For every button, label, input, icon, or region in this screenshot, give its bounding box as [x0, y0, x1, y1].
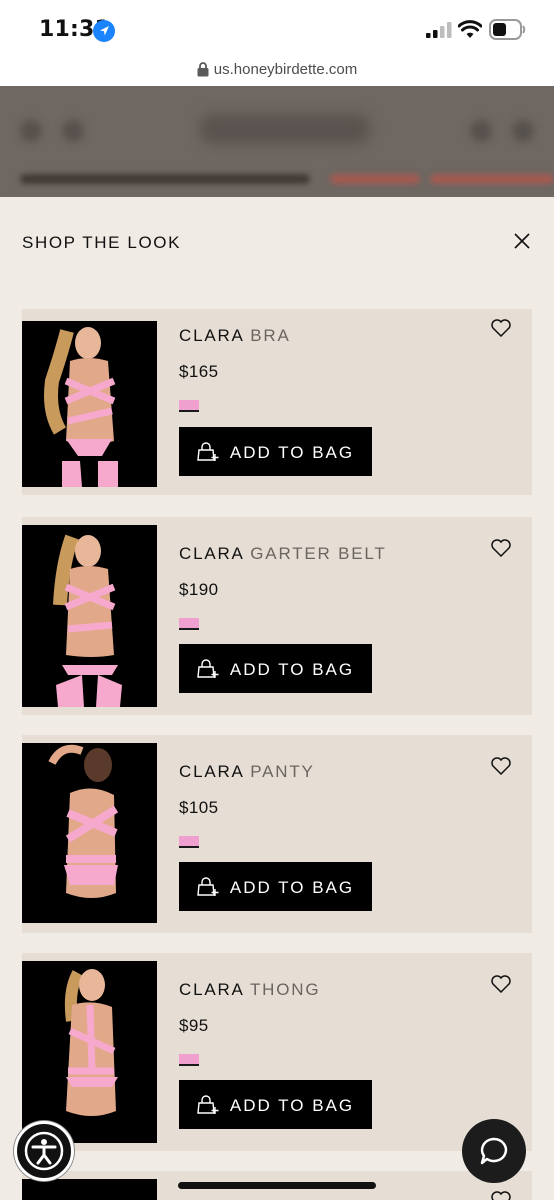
product-image[interactable] — [22, 1179, 157, 1200]
product-type: BRA — [250, 326, 291, 345]
bag-add-icon — [197, 441, 219, 461]
bag-add-icon — [197, 658, 219, 678]
blurred-site-header — [0, 86, 554, 197]
blurred-promo-bar — [20, 174, 310, 184]
product-image[interactable] — [22, 525, 157, 707]
wifi-icon — [458, 20, 482, 38]
product-card-clara-thong: CLARA THONG $95 ADD TO BAG — [22, 953, 532, 1151]
product-type: GARTER BELT — [250, 544, 387, 563]
color-swatch[interactable] — [179, 618, 199, 630]
lock-icon — [197, 62, 209, 77]
blurred-promo-accent — [330, 174, 420, 184]
add-to-bag-button[interactable]: ADD TO BAG — [179, 1080, 372, 1129]
chat-bubble-icon — [480, 1137, 508, 1165]
cellular-signal-icon — [426, 22, 452, 38]
product-card-clara-panty: CLARA PANTY $105 ADD TO BAG — [22, 735, 532, 933]
accessibility-icon — [24, 1131, 64, 1171]
add-to-bag-button[interactable]: ADD TO BAG — [179, 862, 372, 911]
chat-button[interactable] — [462, 1119, 526, 1183]
product-image[interactable] — [22, 321, 157, 487]
shop-the-look-panel: SHOP THE LOOK CLARA BRA $165 ADD TO BAG … — [0, 197, 554, 1200]
blurred-search-icon — [62, 120, 84, 142]
add-to-bag-label: ADD TO BAG — [229, 442, 355, 462]
status-bar: 11:31 — [0, 0, 554, 58]
add-to-bag-label: ADD TO BAG — [229, 659, 355, 679]
product-type: THONG — [249, 980, 321, 999]
product-price: $105 — [179, 798, 219, 817]
blurred-logo — [200, 114, 370, 144]
blurred-menu-icon — [20, 120, 42, 142]
heart-icon[interactable] — [491, 975, 511, 993]
add-to-bag-label: ADD TO BAG — [229, 1095, 355, 1115]
add-to-bag-button[interactable]: ADD TO BAG — [179, 427, 372, 476]
blurred-promo-accent-2 — [430, 174, 554, 184]
browser-address-bar[interactable]: us.honeybirdette.com — [0, 58, 554, 86]
heart-icon[interactable] — [491, 1191, 511, 1200]
url-text[interactable]: us.honeybirdette.com — [214, 61, 357, 78]
close-button[interactable] — [510, 229, 534, 253]
product-name[interactable]: CLARA PANTY — [179, 762, 315, 782]
add-to-bag-label: ADD TO BAG — [229, 877, 355, 897]
color-swatch[interactable] — [179, 400, 199, 412]
heart-icon[interactable] — [491, 319, 511, 337]
panel-title: SHOP THE LOOK — [22, 233, 182, 252]
product-price: $95 — [179, 1016, 209, 1035]
product-name[interactable]: CLARA GARTER BELT — [179, 544, 387, 564]
product-name[interactable]: CLARA THONG — [179, 980, 320, 1000]
product-brand: CLARA — [179, 980, 244, 999]
battery-icon — [489, 19, 526, 40]
close-icon — [514, 233, 530, 249]
product-image[interactable] — [22, 743, 157, 923]
product-image[interactable] — [22, 961, 157, 1143]
bag-add-icon — [197, 876, 219, 896]
product-name[interactable]: CLARA BRA — [179, 326, 291, 346]
product-brand: CLARA — [179, 762, 244, 781]
accessibility-button[interactable] — [14, 1121, 74, 1181]
add-to-bag-button[interactable]: ADD TO BAG — [179, 644, 372, 693]
location-arrow-icon — [93, 20, 115, 42]
product-price: $165 — [179, 362, 219, 381]
product-card-clara-bra: CLARA BRA $165 ADD TO BAG — [22, 309, 532, 495]
home-indicator — [178, 1182, 376, 1189]
bag-add-icon — [197, 1094, 219, 1114]
color-swatch[interactable] — [179, 1054, 199, 1066]
product-price: $190 — [179, 580, 219, 599]
product-card-clara-garter-belt: CLARA GARTER BELT $190 ADD TO BAG — [22, 517, 532, 715]
product-brand: CLARA — [179, 544, 244, 563]
heart-icon[interactable] — [491, 757, 511, 775]
product-brand: CLARA — [179, 326, 244, 345]
color-swatch[interactable] — [179, 836, 199, 848]
blurred-bag-icon — [512, 120, 534, 142]
heart-icon[interactable] — [491, 539, 511, 557]
blurred-account-icon — [470, 120, 492, 142]
product-type: PANTY — [250, 762, 315, 781]
